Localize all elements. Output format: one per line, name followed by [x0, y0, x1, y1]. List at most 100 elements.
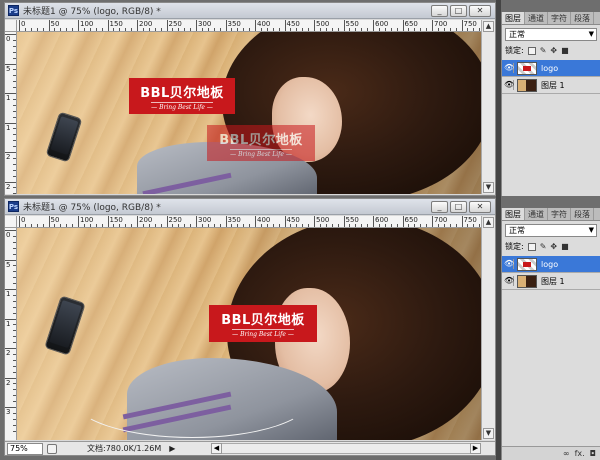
lock-brush-icon[interactable]: ✎: [540, 242, 547, 251]
ruler-tick: [255, 20, 256, 31]
layers-panel-bottom: 图层 通道 字符 段落 正常 ▼ 锁定: ✎ ✥ ■ 👁 logo 👁 图层 1…: [501, 208, 600, 460]
image-canvas[interactable]: BBL贝尔地板 — Bring Best Life — BBL贝尔地板 — Br…: [17, 32, 481, 194]
tab-layers[interactable]: 图层: [502, 208, 525, 220]
lock-transparency-icon[interactable]: [527, 242, 536, 251]
close-button[interactable]: ✕: [469, 201, 491, 213]
ruler-tick-label: 750: [463, 20, 477, 28]
vertical-ruler[interactable]: 0 5 1 1 2 2 3: [5, 228, 17, 440]
ruler-minor-tick: [13, 45, 16, 47]
layer-row-layer1[interactable]: 👁 图层 1: [502, 273, 600, 290]
layer-row-logo[interactable]: 👁 logo: [502, 256, 600, 273]
ruler-origin[interactable]: [5, 216, 17, 228]
tab-layers[interactable]: 图层: [502, 12, 525, 24]
image-canvas[interactable]: BBL贝尔地板 — Bring Best Life —: [17, 228, 481, 440]
zoom-input[interactable]: 75%: [7, 442, 43, 455]
fx-icon[interactable]: fx.: [575, 449, 585, 458]
scroll-left-arrow-icon[interactable]: ◀: [211, 443, 222, 454]
mask-icon[interactable]: ◘: [590, 449, 596, 458]
lock-transparency-icon[interactable]: [527, 46, 536, 55]
earphone-cable: [72, 358, 312, 438]
ruler-minor-tick: [13, 163, 16, 165]
ruler-minor-tick: [296, 224, 298, 227]
title-bar[interactable]: Ps 未标题1 @ 75% (logo, RGB/8) * _ □ ✕: [5, 3, 495, 19]
status-options-icon[interactable]: [47, 443, 57, 454]
horizontal-ruler[interactable]: 0 50 100 150 200 250 300 350 400 450 500 550 600 650 7…: [17, 216, 481, 228]
tab-channels[interactable]: 通道: [525, 12, 548, 24]
restore-button[interactable]: □: [450, 201, 467, 213]
tab-character[interactable]: 字符: [548, 12, 571, 24]
status-menu-arrow-icon[interactable]: ▶: [169, 444, 175, 453]
horizontal-ruler[interactable]: 0 50 100 150 200 250 300 350 400 450 500 550 600 650 7…: [17, 20, 481, 32]
scroll-up-arrow-icon[interactable]: ▲: [483, 21, 494, 32]
ruler-tick-label: 5: [6, 64, 11, 73]
layer-thumbnail-photo: [517, 274, 537, 288]
ruler-tick-label: 450: [286, 20, 300, 28]
ruler-minor-tick: [160, 224, 162, 227]
tab-character[interactable]: 字符: [548, 208, 571, 220]
scroll-right-arrow-icon[interactable]: ▶: [470, 443, 481, 454]
logo-layer-dragging[interactable]: BBL贝尔地板 — Bring Best Life —: [207, 125, 315, 161]
title-bar[interactable]: Ps 未标题1 @ 75% (logo, RGB/8) * _ □ ✕: [5, 199, 495, 215]
ruler-minor-tick: [13, 39, 16, 41]
lock-all-icon[interactable]: ■: [561, 242, 569, 251]
ruler-minor-tick: [361, 224, 363, 227]
ruler-minor-tick: [213, 224, 215, 227]
link-layers-icon[interactable]: ∞: [563, 449, 570, 458]
lock-move-icon[interactable]: ✥: [550, 46, 557, 55]
ruler-origin[interactable]: [5, 20, 17, 32]
ruler-minor-tick: [113, 28, 115, 31]
tab-paragraph[interactable]: 段落: [571, 12, 594, 24]
vertical-ruler[interactable]: 0 5 1 1 2 2: [5, 32, 17, 194]
vertical-scrollbar[interactable]: ▲ ▼: [481, 20, 495, 194]
blend-mode-select[interactable]: 正常 ▼: [505, 224, 597, 237]
ruler-tick-label: 50: [50, 20, 60, 28]
eye-icon[interactable]: 👁: [504, 80, 514, 90]
blend-mode-select[interactable]: 正常 ▼: [505, 28, 597, 41]
logo-brand-text: BBL贝尔地板: [219, 132, 303, 148]
ruler-minor-tick: [361, 28, 363, 31]
lock-brush-icon[interactable]: ✎: [540, 46, 547, 55]
tab-paragraph[interactable]: 段落: [571, 208, 594, 220]
ruler-minor-tick: [172, 28, 174, 31]
scroll-up-arrow-icon[interactable]: ▲: [483, 217, 494, 228]
minimize-button[interactable]: _: [431, 5, 448, 17]
document-window-top: Ps 未标题1 @ 75% (logo, RGB/8) * _ □ ✕ 0 50 1…: [4, 2, 496, 196]
ruler-minor-tick: [13, 300, 16, 302]
ruler-minor-tick: [13, 253, 16, 255]
lock-all-icon[interactable]: ■: [561, 46, 569, 55]
ruler-tick: [78, 20, 79, 31]
ruler-minor-tick: [325, 28, 327, 31]
ruler-tick-label: 250: [168, 20, 182, 28]
lock-move-icon[interactable]: ✥: [550, 242, 557, 251]
ruler-minor-tick: [142, 224, 144, 227]
tab-channels[interactable]: 通道: [525, 208, 548, 220]
layer-name: logo: [541, 63, 559, 73]
ruler-minor-tick: [60, 28, 62, 31]
eye-icon[interactable]: 👁: [504, 259, 514, 269]
ruler-minor-tick: [119, 224, 121, 227]
scroll-down-arrow-icon[interactable]: ▼: [483, 182, 494, 193]
layer-row-logo[interactable]: 👁 logo: [502, 60, 600, 77]
ruler-minor-tick: [60, 224, 62, 227]
ruler-minor-tick: [308, 28, 310, 31]
eye-icon[interactable]: 👁: [504, 63, 514, 73]
ruler-minor-tick: [13, 330, 16, 332]
minimize-button[interactable]: _: [431, 201, 448, 213]
close-button[interactable]: ✕: [469, 5, 491, 17]
ruler-minor-tick: [249, 28, 251, 31]
layer-row-layer1[interactable]: 👁 图层 1: [502, 77, 600, 94]
ruler-tick-label: 3: [6, 408, 11, 416]
scroll-down-arrow-icon[interactable]: ▼: [483, 428, 494, 439]
ruler-minor-tick: [13, 306, 16, 308]
eye-icon[interactable]: 👁: [504, 276, 514, 286]
vertical-scrollbar[interactable]: ▲ ▼: [481, 216, 495, 440]
logo-layer-original[interactable]: BBL贝尔地板 — Bring Best Life —: [129, 78, 235, 114]
logo-layer-placed[interactable]: BBL贝尔地板 — Bring Best Life —: [209, 305, 317, 342]
horizontal-scrollbar[interactable]: ◀ ▶: [211, 443, 481, 454]
blend-mode-value: 正常: [509, 30, 525, 39]
ruler-minor-tick: [249, 224, 251, 227]
ruler-tick: [373, 20, 374, 31]
ruler-minor-tick: [367, 224, 369, 227]
restore-button[interactable]: □: [450, 5, 467, 17]
ruler-minor-tick: [13, 294, 16, 296]
